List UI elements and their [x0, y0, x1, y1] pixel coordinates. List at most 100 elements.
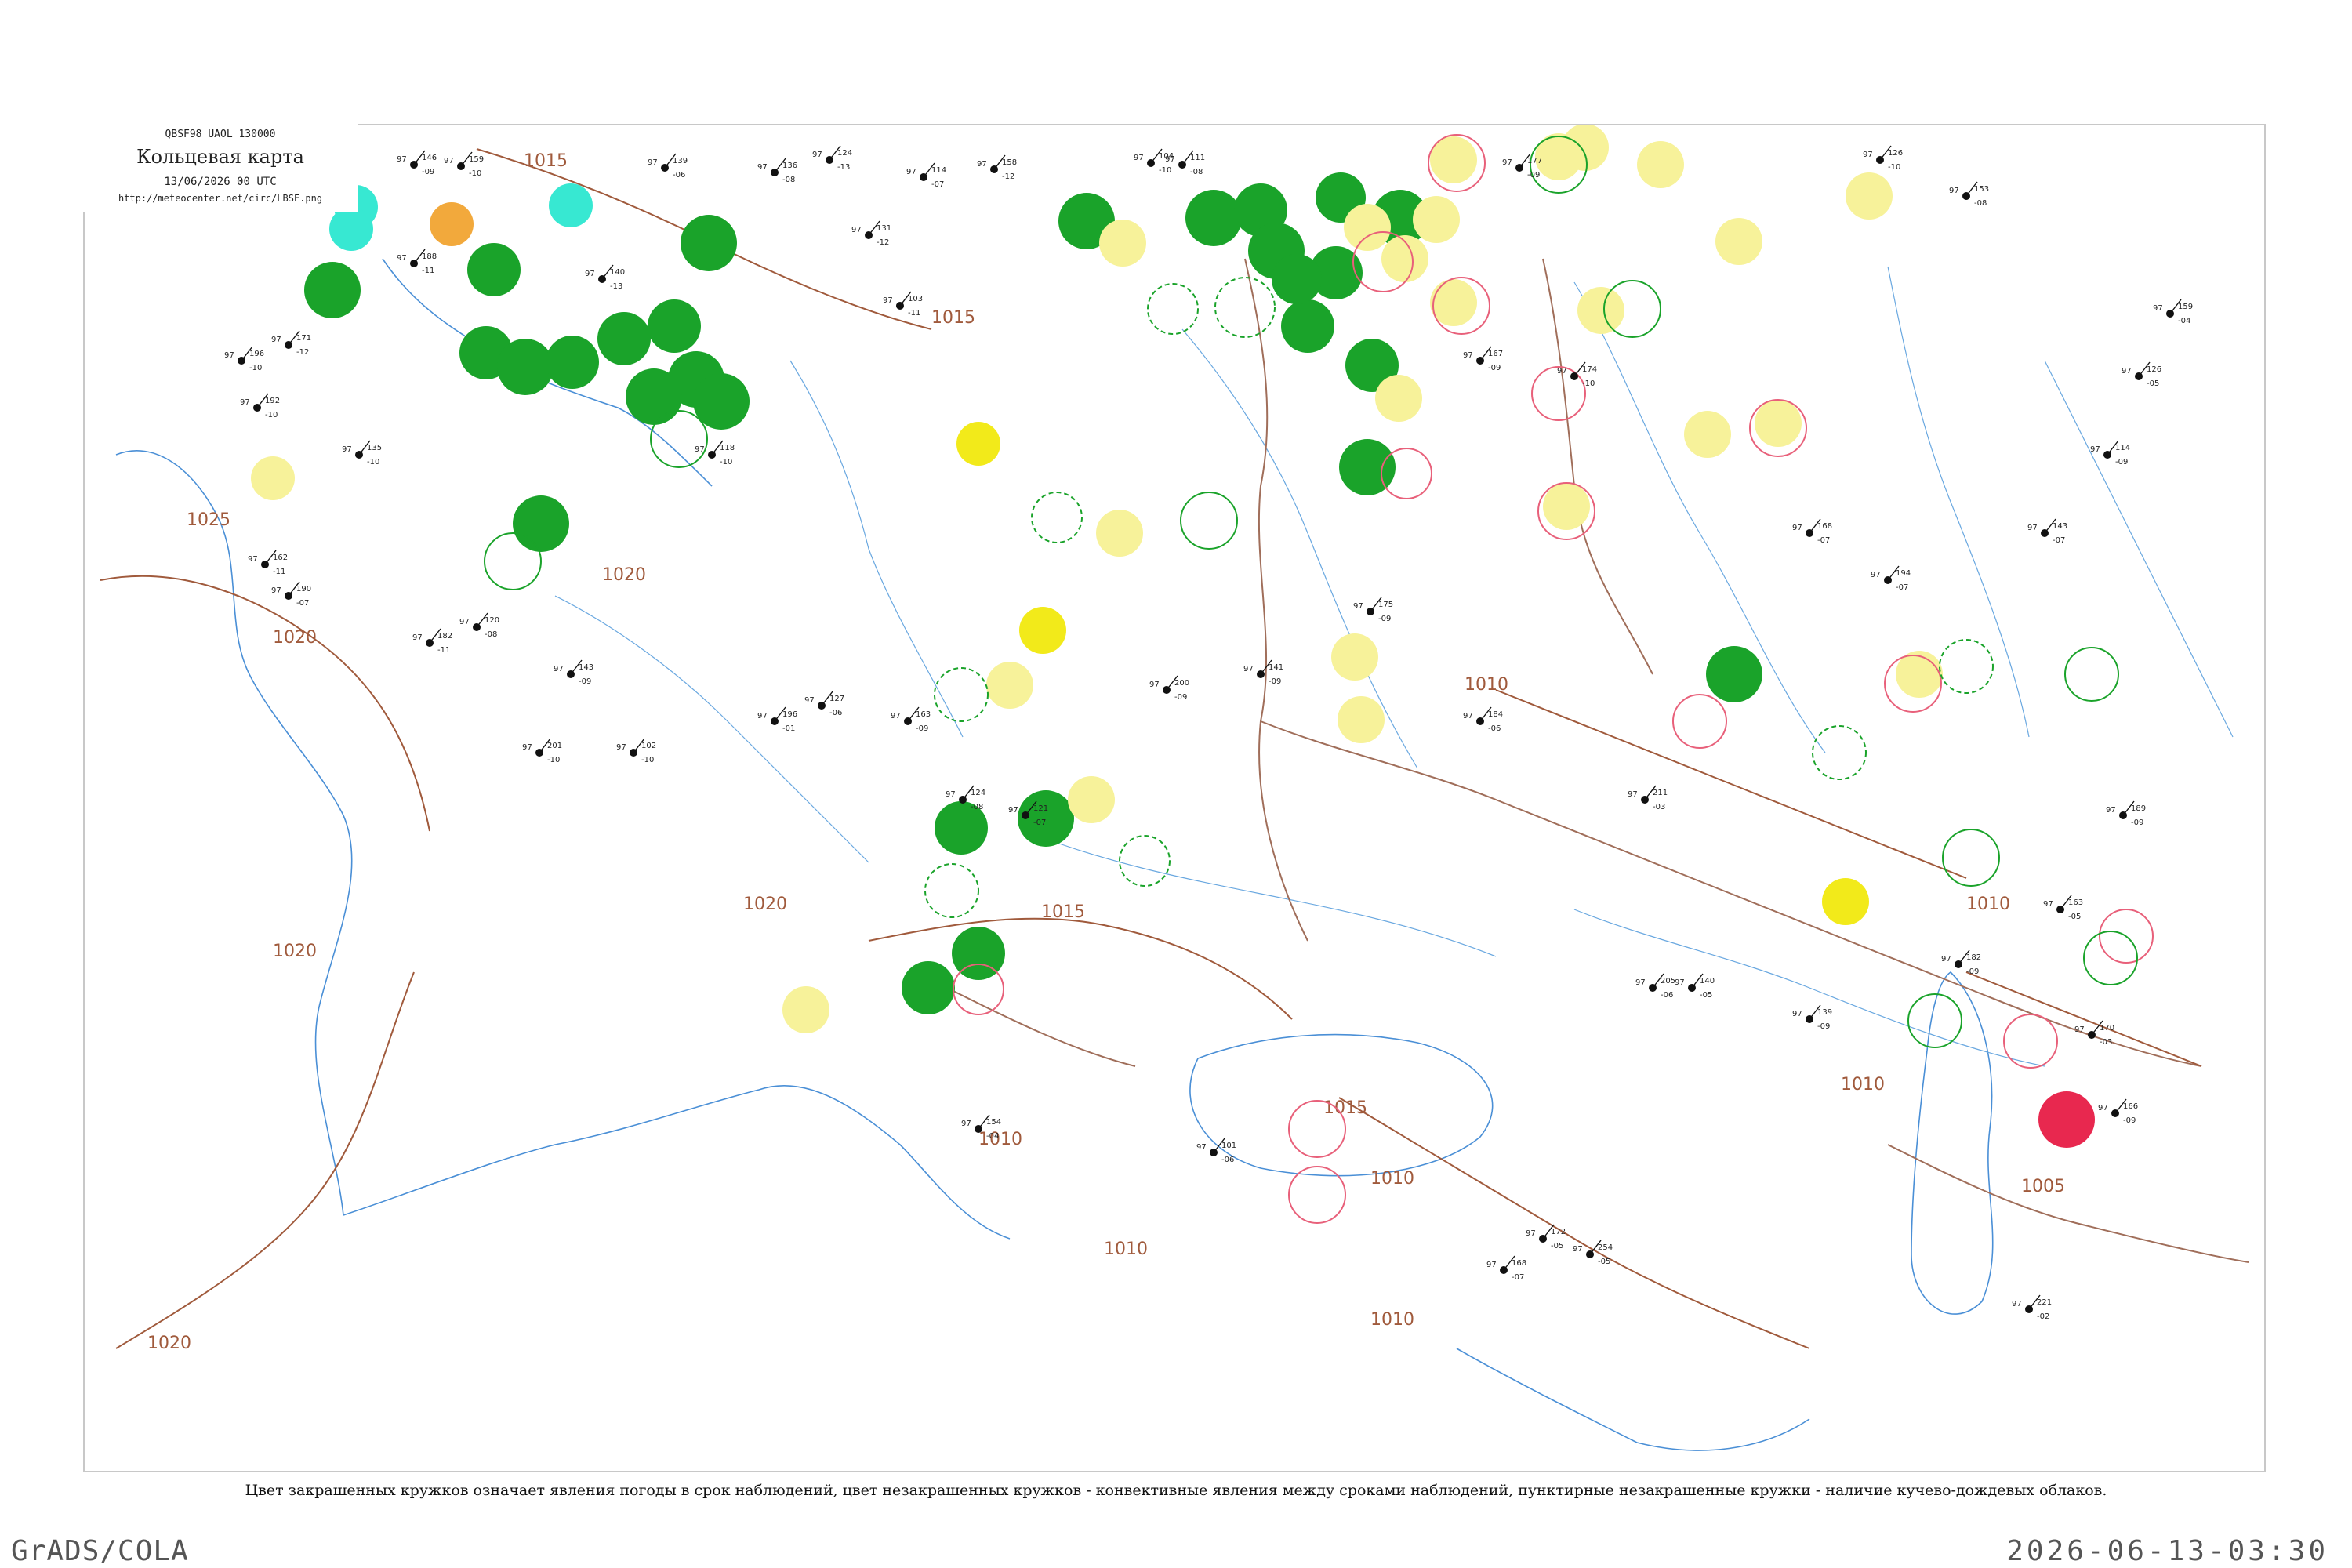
- station-plot[interactable]: 97 131 -12: [851, 220, 891, 247]
- station-plot[interactable]: 97 221 -02: [2012, 1294, 2052, 1321]
- cb-circle[interactable]: [1031, 492, 1083, 543]
- station-plot[interactable]: 97 168 -07: [1792, 518, 1832, 545]
- map-url[interactable]: http://meteocenter.net/circ/LBSF.png: [83, 193, 358, 204]
- haze-circle[interactable]: [986, 662, 1033, 709]
- rain-circle[interactable]: [513, 495, 569, 552]
- station-plot[interactable]: 97 135 -10: [342, 440, 382, 466]
- station-plot[interactable]: 97 196 -01: [757, 706, 797, 733]
- rain-circle[interactable]: [1185, 190, 1242, 246]
- rain-circle[interactable]: [467, 243, 521, 296]
- conv-shower-circle[interactable]: [1180, 492, 1238, 550]
- rain-circle[interactable]: [681, 215, 737, 271]
- station-plot[interactable]: 97 182 -09: [1941, 949, 1981, 976]
- station-plot[interactable]: 97 124 -13: [812, 145, 852, 172]
- station-plot[interactable]: 97 163 -09: [891, 706, 931, 733]
- rain-circle[interactable]: [497, 339, 554, 395]
- rain-circle[interactable]: [648, 299, 701, 353]
- fog-circle[interactable]: [956, 422, 1000, 466]
- station-plot[interactable]: 97 101 -06: [1196, 1138, 1236, 1164]
- station-plot[interactable]: 97 118 -10: [695, 440, 735, 466]
- snow-circle[interactable]: [329, 207, 373, 251]
- station-plot[interactable]: 97 192 -10: [240, 393, 280, 419]
- station-plot[interactable]: 97 163 -05: [2043, 895, 2083, 921]
- haze-circle[interactable]: [1684, 411, 1731, 458]
- cb-circle[interactable]: [1214, 277, 1276, 338]
- station-plot[interactable]: 97 194 -07: [1871, 565, 1911, 592]
- station-plot[interactable]: 97 141 -09: [1243, 659, 1283, 686]
- haze-circle[interactable]: [1375, 375, 1422, 422]
- station-plot[interactable]: 97 188 -11: [397, 249, 437, 275]
- station-plot[interactable]: 97 127 -06: [804, 691, 844, 717]
- haze-circle[interactable]: [1543, 483, 1590, 530]
- station-plot[interactable]: 97 177 -09: [1502, 153, 1542, 180]
- station-plot[interactable]: 97 175 -09: [1353, 597, 1393, 623]
- conv-thunder-circle[interactable]: [1672, 694, 1727, 749]
- station-plot[interactable]: 97 182 -11: [412, 628, 452, 655]
- station-plot[interactable]: 97 168 -07: [1486, 1255, 1526, 1282]
- cb-circle[interactable]: [1812, 725, 1867, 780]
- thunder-circle[interactable]: [2038, 1091, 2095, 1148]
- haze-circle[interactable]: [1755, 400, 1802, 447]
- haze-circle[interactable]: [1715, 218, 1762, 265]
- station-plot[interactable]: 97 103 -11: [883, 291, 923, 318]
- station-plot[interactable]: 97 114 -07: [906, 162, 946, 189]
- cb-circle[interactable]: [924, 863, 979, 918]
- haze-circle[interactable]: [1338, 696, 1385, 743]
- station-plot[interactable]: 97 196 -10: [224, 346, 264, 372]
- haze-circle[interactable]: [782, 986, 829, 1033]
- haze-circle[interactable]: [1413, 196, 1460, 243]
- station-plot[interactable]: 97 139 -09: [1792, 1004, 1832, 1031]
- station-plot[interactable]: 97 159 -10: [444, 151, 484, 178]
- station-plot[interactable]: 97 146 -09: [397, 150, 437, 176]
- fog-circle[interactable]: [1019, 607, 1066, 654]
- rain-circle[interactable]: [1339, 439, 1396, 495]
- station-plot[interactable]: 97 140 -13: [585, 264, 625, 291]
- station-plot[interactable]: 97 136 -08: [757, 158, 797, 184]
- station-plot[interactable]: 97 139 -06: [648, 153, 688, 180]
- haze-circle[interactable]: [1096, 510, 1143, 557]
- station-plot[interactable]: 97 170 -03: [2074, 1020, 2114, 1047]
- station-plot[interactable]: 97 189 -09: [2106, 800, 2146, 827]
- haze-circle[interactable]: [1562, 125, 1609, 171]
- station-plot[interactable]: 97 159 -04: [2153, 299, 2193, 325]
- station-plot[interactable]: 97 201 -10: [522, 738, 562, 764]
- rain-circle[interactable]: [626, 368, 682, 425]
- haze-circle[interactable]: [1331, 633, 1378, 681]
- haze-circle[interactable]: [1577, 287, 1624, 334]
- haze-circle[interactable]: [1099, 220, 1146, 267]
- station-plot[interactable]: 97 167 -09: [1463, 346, 1503, 372]
- snow-circle[interactable]: [549, 183, 593, 227]
- station-plot[interactable]: 97 102 -10: [616, 738, 656, 764]
- haze-circle[interactable]: [1068, 776, 1115, 823]
- rain-circle[interactable]: [597, 312, 651, 365]
- station-plot[interactable]: 97 143 -07: [2027, 518, 2067, 545]
- station-plot[interactable]: 97 205 -06: [1635, 973, 1675, 1000]
- dust-circle[interactable]: [430, 202, 474, 246]
- cb-circle[interactable]: [1939, 639, 1994, 694]
- haze-circle[interactable]: [1846, 172, 1893, 220]
- station-plot[interactable]: 97 126 -05: [2122, 361, 2161, 388]
- rain-circle[interactable]: [304, 262, 361, 318]
- haze-circle[interactable]: [251, 456, 295, 500]
- station-plot[interactable]: 97 166 -09: [2098, 1098, 2138, 1125]
- station-plot[interactable]: 97 171 -12: [271, 330, 311, 357]
- rain-circle[interactable]: [1272, 254, 1322, 304]
- conv-thunder-circle[interactable]: [1288, 1100, 1346, 1158]
- station-plot[interactable]: 97 153 -08: [1949, 181, 1989, 208]
- cb-circle[interactable]: [1147, 283, 1199, 335]
- rain-circle[interactable]: [1281, 299, 1334, 353]
- station-plot[interactable]: 97 211 -03: [1628, 785, 1668, 811]
- station-plot[interactable]: 97 120 -08: [459, 612, 499, 639]
- rain-circle[interactable]: [1706, 646, 1762, 702]
- station-plot[interactable]: 97 254 -05: [1573, 1240, 1613, 1266]
- station-plot[interactable]: 97 126 -10: [1863, 145, 1903, 172]
- station-plot[interactable]: 97 140 -05: [1675, 973, 1715, 1000]
- fog-circle[interactable]: [1822, 878, 1869, 925]
- synoptic-map[interactable]: 1015 1015 1015 1015 1020 1020 1020 1020 …: [85, 125, 2264, 1471]
- station-plot[interactable]: 97 172 -05: [1526, 1224, 1566, 1250]
- rain-circle[interactable]: [902, 961, 955, 1014]
- haze-circle[interactable]: [1344, 204, 1391, 251]
- rain-circle[interactable]: [546, 336, 599, 389]
- station-plot[interactable]: 97 158 -12: [977, 154, 1017, 181]
- station-plot[interactable]: 97 143 -09: [554, 659, 593, 686]
